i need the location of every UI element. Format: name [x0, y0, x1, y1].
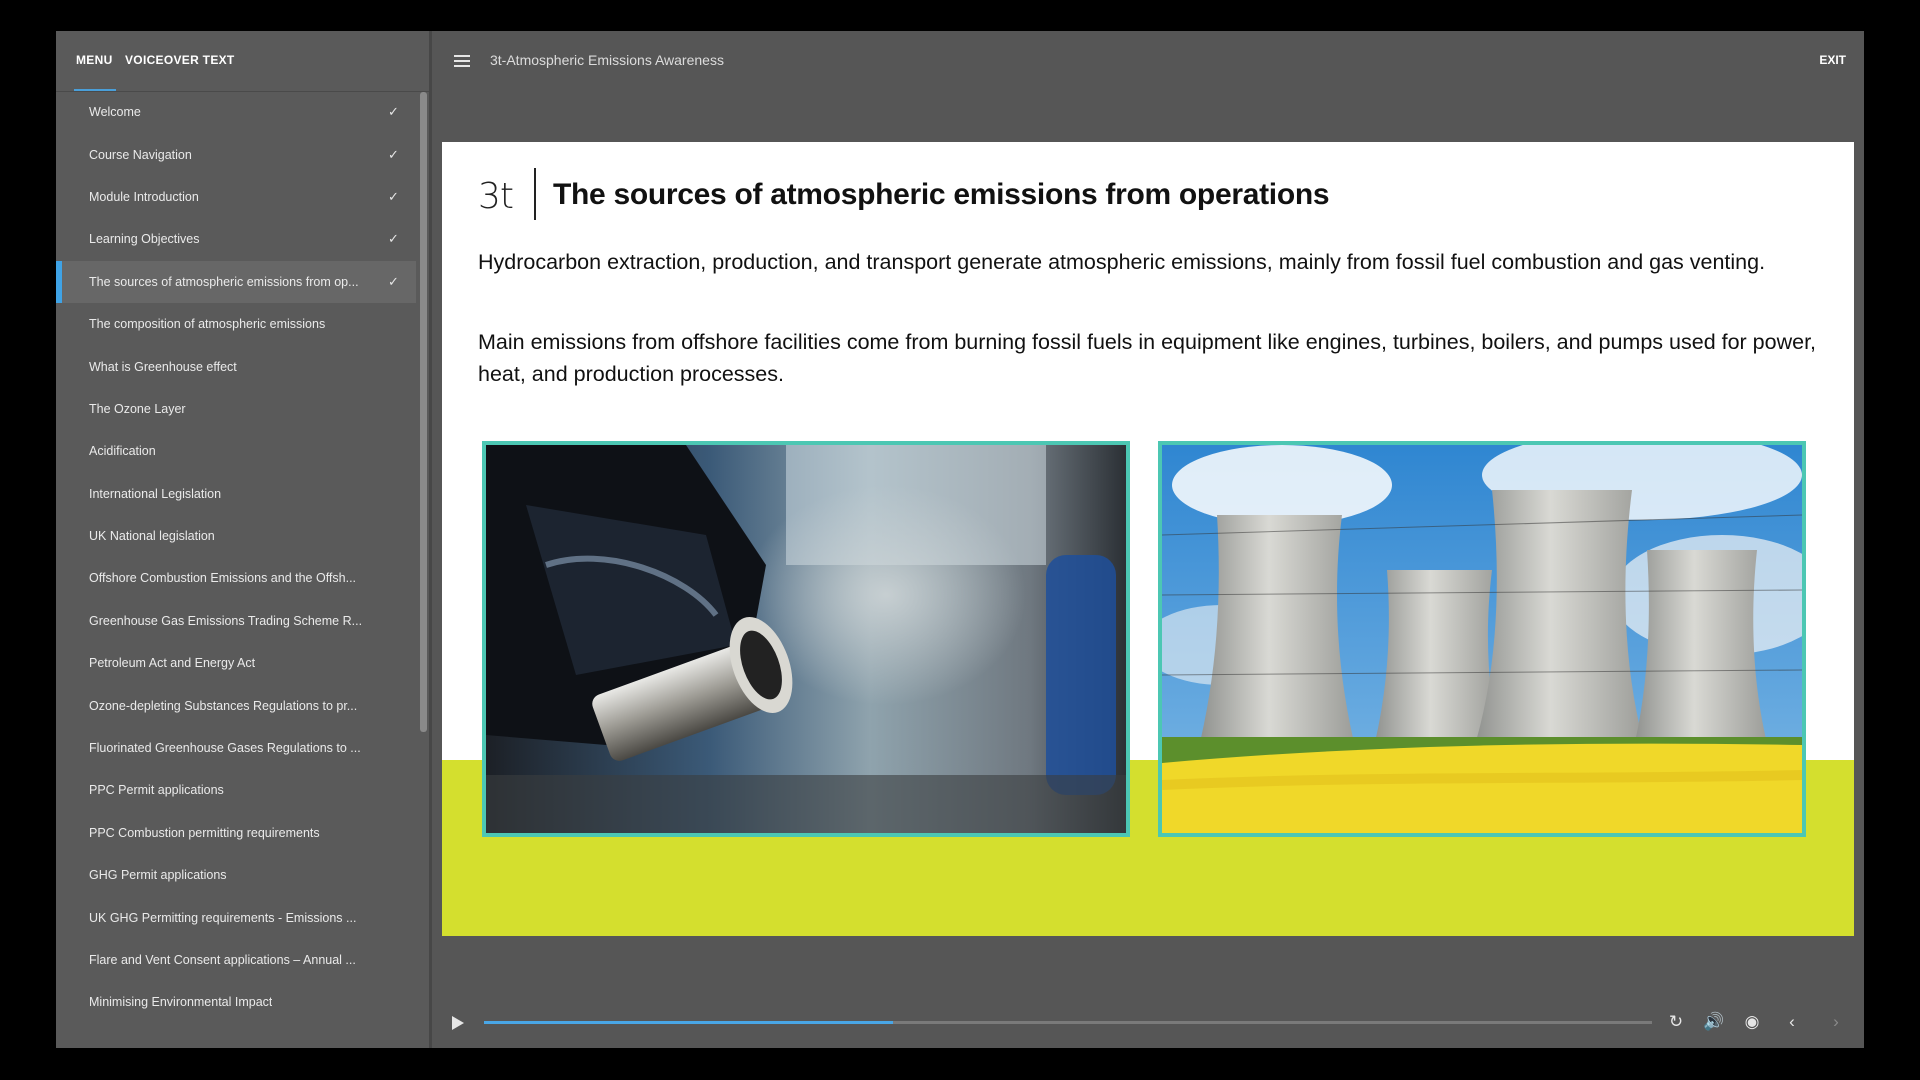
menu-item-label: UK National legislation: [89, 529, 215, 544]
exit-button[interactable]: EXIT: [1819, 53, 1846, 67]
menu-item[interactable]: PPC Combustion permitting requirements: [56, 812, 416, 854]
menu-item-label: The sources of atmospheric emissions fro…: [89, 274, 359, 289]
menu-item[interactable]: Learning Objectives ✓: [56, 218, 416, 260]
menu-item[interactable]: Fluorinated Greenhouse Gases Regulations…: [56, 727, 416, 769]
menu-item-label: Acidification: [89, 444, 156, 459]
captions-icon[interactable]: ◉: [1740, 1010, 1764, 1034]
cooling-towers-image: [1158, 441, 1806, 837]
menu-item-label: Minimising Environmental Impact: [89, 995, 273, 1010]
menu-item[interactable]: Flare and Vent Consent applications – An…: [56, 939, 416, 981]
menu-item-label: Petroleum Act and Energy Act: [89, 656, 256, 671]
sidebar-scrollbar[interactable]: [420, 92, 427, 732]
top-bar: 3t-Atmospheric Emissions Awareness EXIT: [432, 31, 1864, 91]
checkmark-icon: ✓: [388, 273, 399, 289]
course-title: 3t-Atmospheric Emissions Awareness: [490, 52, 724, 68]
checkmark-icon: ✓: [388, 104, 399, 120]
play-icon[interactable]: [452, 1016, 464, 1030]
menu-item[interactable]: UK GHG Permitting requirements - Emissio…: [56, 896, 416, 938]
previous-icon[interactable]: ‹: [1780, 1010, 1804, 1034]
volume-icon[interactable]: 🔊: [1702, 1010, 1726, 1034]
menu-item-label: Course Navigation: [89, 147, 192, 162]
menu-item[interactable]: Ozone-depleting Substances Regulations t…: [56, 684, 416, 726]
tab-menu[interactable]: MENU: [76, 53, 113, 67]
menu-item-label: Flare and Vent Consent applications – An…: [89, 953, 356, 967]
menu-item-label: The Ozone Layer: [89, 401, 186, 416]
checkmark-icon: ✓: [388, 146, 399, 162]
menu-item[interactable]: The sources of atmospheric emissions fro…: [56, 260, 416, 304]
menu-item-label: Offshore Combustion Emissions and the Of…: [89, 571, 357, 586]
menu-item-label: Fluorinated Greenhouse Gases Regulations…: [89, 741, 361, 756]
player-controls: ↻ 🔊 ◉ ‹ ›: [432, 998, 1864, 1048]
menu-item[interactable]: What is Greenhouse effect: [56, 345, 416, 387]
menu-item-label: Ozone-depleting Substances Regulations t…: [89, 698, 358, 713]
slide-paragraph-1: Hydrocarbon extraction, production, and …: [478, 250, 1766, 274]
menu-item[interactable]: International Legislation: [56, 473, 416, 515]
menu-item[interactable]: Welcome ✓: [56, 91, 416, 133]
cooling-towers-illustration: [1162, 445, 1802, 833]
menu-item-label: What is Greenhouse effect: [89, 359, 237, 374]
slide-title: The sources of atmospheric emissions fro…: [553, 178, 1330, 211]
sidebar-tabs: MENU VOICEOVER TEXT: [56, 31, 429, 92]
next-icon[interactable]: ›: [1824, 1010, 1848, 1034]
app-window: MENU VOICEOVER TEXT Welcome ✓ Course Navig…: [56, 31, 1864, 1048]
menu-item[interactable]: Module Introduction ✓: [56, 176, 416, 218]
replay-icon[interactable]: ↻: [1664, 1010, 1688, 1034]
menu-item-label: Greenhouse Gas Emissions Trading Scheme …: [89, 613, 363, 628]
menu-item-label: PPC Permit applications: [89, 783, 224, 798]
menu-item[interactable]: Petroleum Act and Energy Act: [56, 642, 416, 684]
checkmark-icon: ✓: [388, 231, 399, 247]
menu-item-label: Module Introduction: [89, 189, 199, 204]
progress-bar[interactable]: [484, 1021, 1652, 1024]
slide-paragraph-2: Main emissions from offshore facilities …: [478, 330, 1817, 386]
menu-item-label: Learning Objectives: [89, 232, 200, 247]
menu-item-label: GHG Permit applications: [89, 868, 227, 883]
menu-item[interactable]: Minimising Environmental Impact: [56, 981, 416, 1023]
menu-item[interactable]: Acidification: [56, 430, 416, 472]
menu-item[interactable]: Greenhouse Gas Emissions Trading Scheme …: [56, 600, 416, 642]
sidebar: MENU VOICEOVER TEXT Welcome ✓ Course Navig…: [56, 31, 432, 1048]
progress-fill: [484, 1021, 893, 1024]
tab-voiceover-text[interactable]: VOICEOVER TEXT: [125, 53, 235, 67]
checkmark-icon: ✓: [388, 188, 399, 204]
menu-item[interactable]: The composition of atmospheric emissions: [56, 303, 416, 345]
hamburger-menu-icon[interactable]: [454, 55, 470, 67]
menu-item[interactable]: GHG Permit applications: [56, 854, 416, 896]
brand-logo: 3t: [478, 176, 514, 217]
slide-canvas: 3t The sources of atmospheric emissions …: [442, 142, 1854, 936]
title-divider: [534, 168, 536, 220]
exhaust-pipe-image: [482, 441, 1130, 837]
menu-item[interactable]: Course Navigation ✓: [56, 133, 416, 175]
menu-item[interactable]: PPC Permit applications: [56, 769, 416, 811]
menu-item-label: International Legislation: [89, 486, 222, 501]
menu-item-label: UK GHG Permitting requirements - Emissio…: [89, 910, 357, 925]
menu-item-label: PPC Combustion permitting requirements: [89, 825, 320, 840]
menu-item-label: Welcome: [89, 105, 141, 120]
menu-item[interactable]: UK National legislation: [56, 515, 416, 557]
menu-item[interactable]: The Ozone Layer: [56, 388, 416, 430]
exhaust-pipe-illustration: [486, 445, 1126, 833]
menu-item-label: The composition of atmospheric emissions: [89, 317, 326, 332]
menu-list: Welcome ✓ Course Navigation ✓ Module Introdu…: [56, 91, 416, 1024]
menu-item[interactable]: Offshore Combustion Emissions and the Of…: [56, 557, 416, 599]
